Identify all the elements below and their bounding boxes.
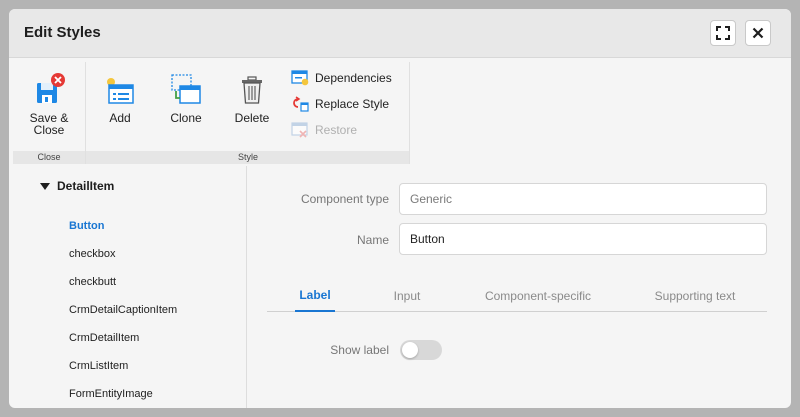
tree-node-label: DetailItem xyxy=(57,179,115,193)
save-close-button[interactable]: Save & Close xyxy=(23,61,75,145)
show-label-toggle[interactable] xyxy=(400,340,442,360)
close-icon xyxy=(752,27,764,39)
show-label-label: Show label xyxy=(330,343,389,357)
component-type-label: Component type xyxy=(300,192,389,206)
tree-item-checkbutt[interactable]: checkbutt xyxy=(69,276,116,288)
dependencies-icon xyxy=(290,70,310,86)
tab-input[interactable]: Input xyxy=(385,280,429,312)
dialog-header: Edit Styles xyxy=(9,9,791,58)
ribbon-group-style-label: Style xyxy=(86,151,410,164)
tree-node-detailitem[interactable]: DetailItem xyxy=(40,179,114,193)
name-field[interactable]: Button xyxy=(399,223,767,255)
add-label: Add xyxy=(109,111,131,125)
component-type-field[interactable]: Generic xyxy=(399,183,767,215)
ribbon-group-close-label: Close xyxy=(13,151,85,164)
replace-style-button[interactable]: Replace Style xyxy=(290,95,389,113)
style-tabs: Label Input Component-specific Supportin… xyxy=(267,280,767,312)
clone-button[interactable]: Clone xyxy=(163,61,209,145)
edit-styles-dialog: Edit Styles Save & Close Add Clone Delet… xyxy=(9,9,791,408)
ribbon-divider xyxy=(85,62,86,164)
name-label: Name xyxy=(356,233,389,247)
clone-icon xyxy=(169,61,203,105)
restore-label: Restore xyxy=(315,123,358,137)
close-dialog-button[interactable] xyxy=(745,20,771,46)
dependencies-button[interactable]: Dependencies xyxy=(290,69,392,87)
restore-button[interactable]: Restore xyxy=(290,121,357,139)
delete-label: Delete xyxy=(234,111,270,125)
save-close-icon xyxy=(32,61,66,105)
dialog-title: Edit Styles xyxy=(24,24,101,41)
add-button[interactable]: Add xyxy=(97,61,143,145)
style-tree: DetailItem Button checkbox checkbutt Crm… xyxy=(9,166,247,408)
restore-icon xyxy=(290,122,310,138)
delete-button[interactable]: Delete xyxy=(229,61,275,145)
caret-down-icon[interactable] xyxy=(40,182,50,190)
tree-item-checkbox[interactable]: checkbox xyxy=(69,248,115,260)
tree-item-crmdetailitem[interactable]: CrmDetailItem xyxy=(69,332,139,344)
trash-icon xyxy=(239,61,265,105)
add-style-icon xyxy=(104,61,136,105)
tree-item-button[interactable]: Button xyxy=(69,220,104,232)
tree-item-crmdetailcaptionitem[interactable]: CrmDetailCaptionItem xyxy=(69,304,177,316)
save-close-label: Save & Close xyxy=(29,111,69,137)
tab-label[interactable]: Label xyxy=(295,280,335,312)
expand-icon xyxy=(716,26,730,40)
maximize-button[interactable] xyxy=(710,20,736,46)
ribbon-divider xyxy=(409,62,410,164)
tab-supporting-text[interactable]: Supporting text xyxy=(647,280,743,312)
ribbon: Save & Close Add Clone Delete Dependenci… xyxy=(9,59,410,164)
dependencies-label: Dependencies xyxy=(315,71,392,85)
tree-item-crmlistitem[interactable]: CrmListItem xyxy=(69,360,128,372)
toggle-knob xyxy=(402,342,418,358)
replace-style-icon xyxy=(290,96,310,112)
tab-component-specific[interactable]: Component-specific xyxy=(475,280,601,312)
replace-style-label: Replace Style xyxy=(315,97,390,111)
tree-item-formentityimage[interactable]: FormEntityImage xyxy=(69,388,153,400)
clone-label: Clone xyxy=(170,111,202,125)
